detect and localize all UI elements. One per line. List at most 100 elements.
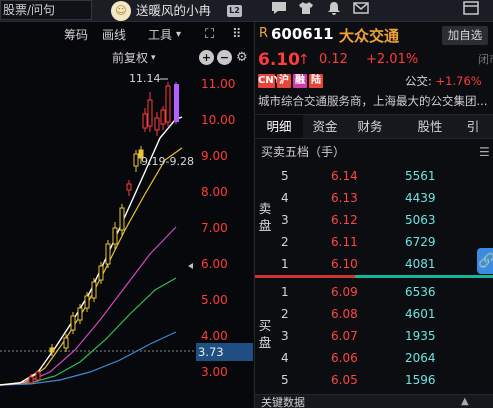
ma10-line (0, 147, 183, 386)
quote-panel: R 600611 大众交通 加自选 6.10 ↑ 0.12 +2.01% 闭市 … (254, 22, 493, 408)
bid-price: 6.06 (331, 351, 358, 365)
bid-row-2[interactable]: 2 6.08 4601 (255, 303, 493, 325)
shirt-icon[interactable] (297, 1, 315, 21)
key-data-bar[interactable]: 关键数据 ▲ (255, 394, 493, 408)
highlight-candle (174, 84, 179, 122)
ask-level: 3 (281, 213, 289, 227)
quote-tabs: 明细 资金 财务 股性 引 (255, 114, 493, 139)
bid-level: 3 (281, 329, 289, 343)
stock-code: 600611 (271, 25, 334, 43)
link-icon[interactable]: 🔗 (477, 248, 493, 274)
up-arrow-icon: ↑ (298, 52, 310, 68)
bid-level: 4 (281, 351, 289, 365)
ask-row-2[interactable]: 2 6.11 6729 (255, 231, 493, 253)
tag-margin[interactable]: 融 (293, 74, 307, 88)
ask-price: 6.13 (331, 191, 358, 205)
bid-row-5[interactable]: 5 6.05 1596 (255, 369, 493, 391)
ask-price: 6.12 (331, 213, 358, 227)
ask-row-4[interactable]: 4 6.13 4439 (255, 187, 493, 209)
ma60-line (0, 331, 177, 386)
level-badge: L2 (227, 5, 242, 17)
bid-level: 1 (281, 285, 289, 299)
price-change-pct: +2.01% (366, 52, 419, 67)
add-watchlist-button[interactable]: 加自选 (442, 26, 488, 45)
tools-caret-icon[interactable]: ▾ (176, 22, 181, 48)
orderbook-menu-icon[interactable]: ☰ (479, 142, 490, 162)
search-input[interactable]: 股票/问句 (0, 0, 92, 20)
username-label[interactable]: 送暖风的小冉 (136, 0, 211, 22)
tab-detail[interactable]: 明细 (255, 115, 303, 138)
axis-marker-icon (188, 263, 193, 269)
adjust-caret-icon[interactable]: ▾ (151, 48, 156, 68)
avatar[interactable]: ☺ (111, 1, 131, 21)
bid-level: 2 (281, 307, 289, 321)
tab-characteristics[interactable]: 股性 (410, 115, 450, 138)
bid-volume: 1935 (405, 329, 436, 343)
formula-button[interactable]: 筹码 (64, 22, 88, 48)
orderbook-title: 买卖五档（手） (261, 145, 346, 159)
ask-volume: 4081 (405, 257, 436, 271)
collapse-icon[interactable]: ▲ (461, 395, 469, 408)
tab-funds[interactable]: 资金 (305, 115, 345, 138)
price-row: 6.10 ↑ 0.12 +2.01% 闭市 (255, 49, 493, 71)
sector-notice[interactable]: 公交: +1.76% (405, 72, 482, 90)
tag-shanghai[interactable]: 沪 (277, 74, 291, 88)
grid-icon[interactable]: ⠿ (232, 22, 242, 48)
market-status: 闭市 (478, 53, 493, 66)
bid-level: 5 (281, 373, 289, 387)
chart-settings-icon[interactable]: ⚙ (236, 48, 248, 68)
ask-price: 6.10 (331, 257, 358, 271)
tab-finance[interactable]: 财务 (350, 115, 390, 138)
bid-row-1[interactable]: 1 6.09 6536 (255, 281, 493, 303)
expand-icon[interactable]: ⛶ (205, 22, 214, 48)
company-description[interactable]: 城市综合交通服务商，上海最大的公交集团... (258, 92, 493, 110)
ask-row-5[interactable]: 5 6.14 5561 (255, 165, 493, 187)
sector-change: +1.76% (435, 74, 482, 88)
adjust-mode-select[interactable]: 前复权 (112, 48, 148, 68)
bell-icon[interactable] (325, 1, 343, 21)
ask-volume: 5561 (405, 169, 436, 183)
key-data-label: 关键数据 (261, 396, 305, 408)
candlesticks (28, 82, 179, 384)
ask-row-3[interactable]: 3 6.12 5063 (255, 209, 493, 231)
ask-price: 6.11 (331, 235, 358, 249)
ask-volume: 5063 (405, 213, 436, 227)
sector-label: 公交: (405, 74, 432, 88)
price-axis-label: 6.00 (201, 257, 228, 271)
kline-chart-panel[interactable]: 11.00 10.00 9.00 8.00 7.00 6.00 5.00 4.00 3.00 (0, 22, 253, 408)
stock-name[interactable]: 大众交通 (339, 25, 399, 46)
bid-price: 6.08 (331, 307, 358, 321)
ask-level: 5 (281, 169, 289, 183)
message-icon[interactable] (270, 1, 288, 21)
bid-price: 6.07 (331, 329, 358, 343)
zoom-out-icon[interactable]: − (217, 50, 232, 65)
mail-icon[interactable] (352, 1, 370, 21)
tag-connect[interactable]: 陆 (309, 74, 323, 88)
high-annotation: 11.14 (129, 72, 161, 85)
price-axis-label: 5.00 (201, 293, 228, 307)
tag-cny[interactable]: CNY (258, 74, 281, 88)
spread-bar (255, 275, 493, 279)
bid-row-3[interactable]: 3 6.07 1935 (255, 325, 493, 347)
bid-row-4[interactable]: 4 6.06 2064 (255, 347, 493, 369)
last-price: 6.10 (258, 50, 300, 70)
price-axis-label: 3.00 (201, 365, 228, 379)
price-change: 0.12 (319, 52, 348, 67)
chart-subtoolbar: 前复权 ▾ + − ⚙ (0, 48, 253, 68)
window-icon[interactable] (462, 1, 480, 21)
draw-line-button[interactable]: 画线 (102, 22, 126, 48)
price-axis: 11.00 10.00 9.00 8.00 7.00 6.00 5.00 4.00 3.00 (201, 77, 235, 379)
margin-mark: R (259, 26, 269, 41)
price-axis-label: 4.00 (201, 329, 228, 343)
ask-row-1[interactable]: 1 6.10 4081 (255, 253, 493, 275)
price-axis-label: 11.00 (201, 77, 235, 91)
bid-volume: 1596 (405, 373, 436, 387)
bid-volume: 2064 (405, 351, 436, 365)
ask-volume: 4439 (405, 191, 436, 205)
buy-side-label: 买盘 (258, 318, 272, 350)
tab-more[interactable]: 引 (453, 115, 493, 138)
tools-button[interactable]: 工具 (148, 22, 172, 48)
zoom-in-icon[interactable]: + (199, 50, 214, 65)
kline-chart[interactable]: 11.0010.009.008.007.006.005.004.003.00 1… (0, 22, 253, 408)
bid-price: 6.09 (331, 285, 358, 299)
